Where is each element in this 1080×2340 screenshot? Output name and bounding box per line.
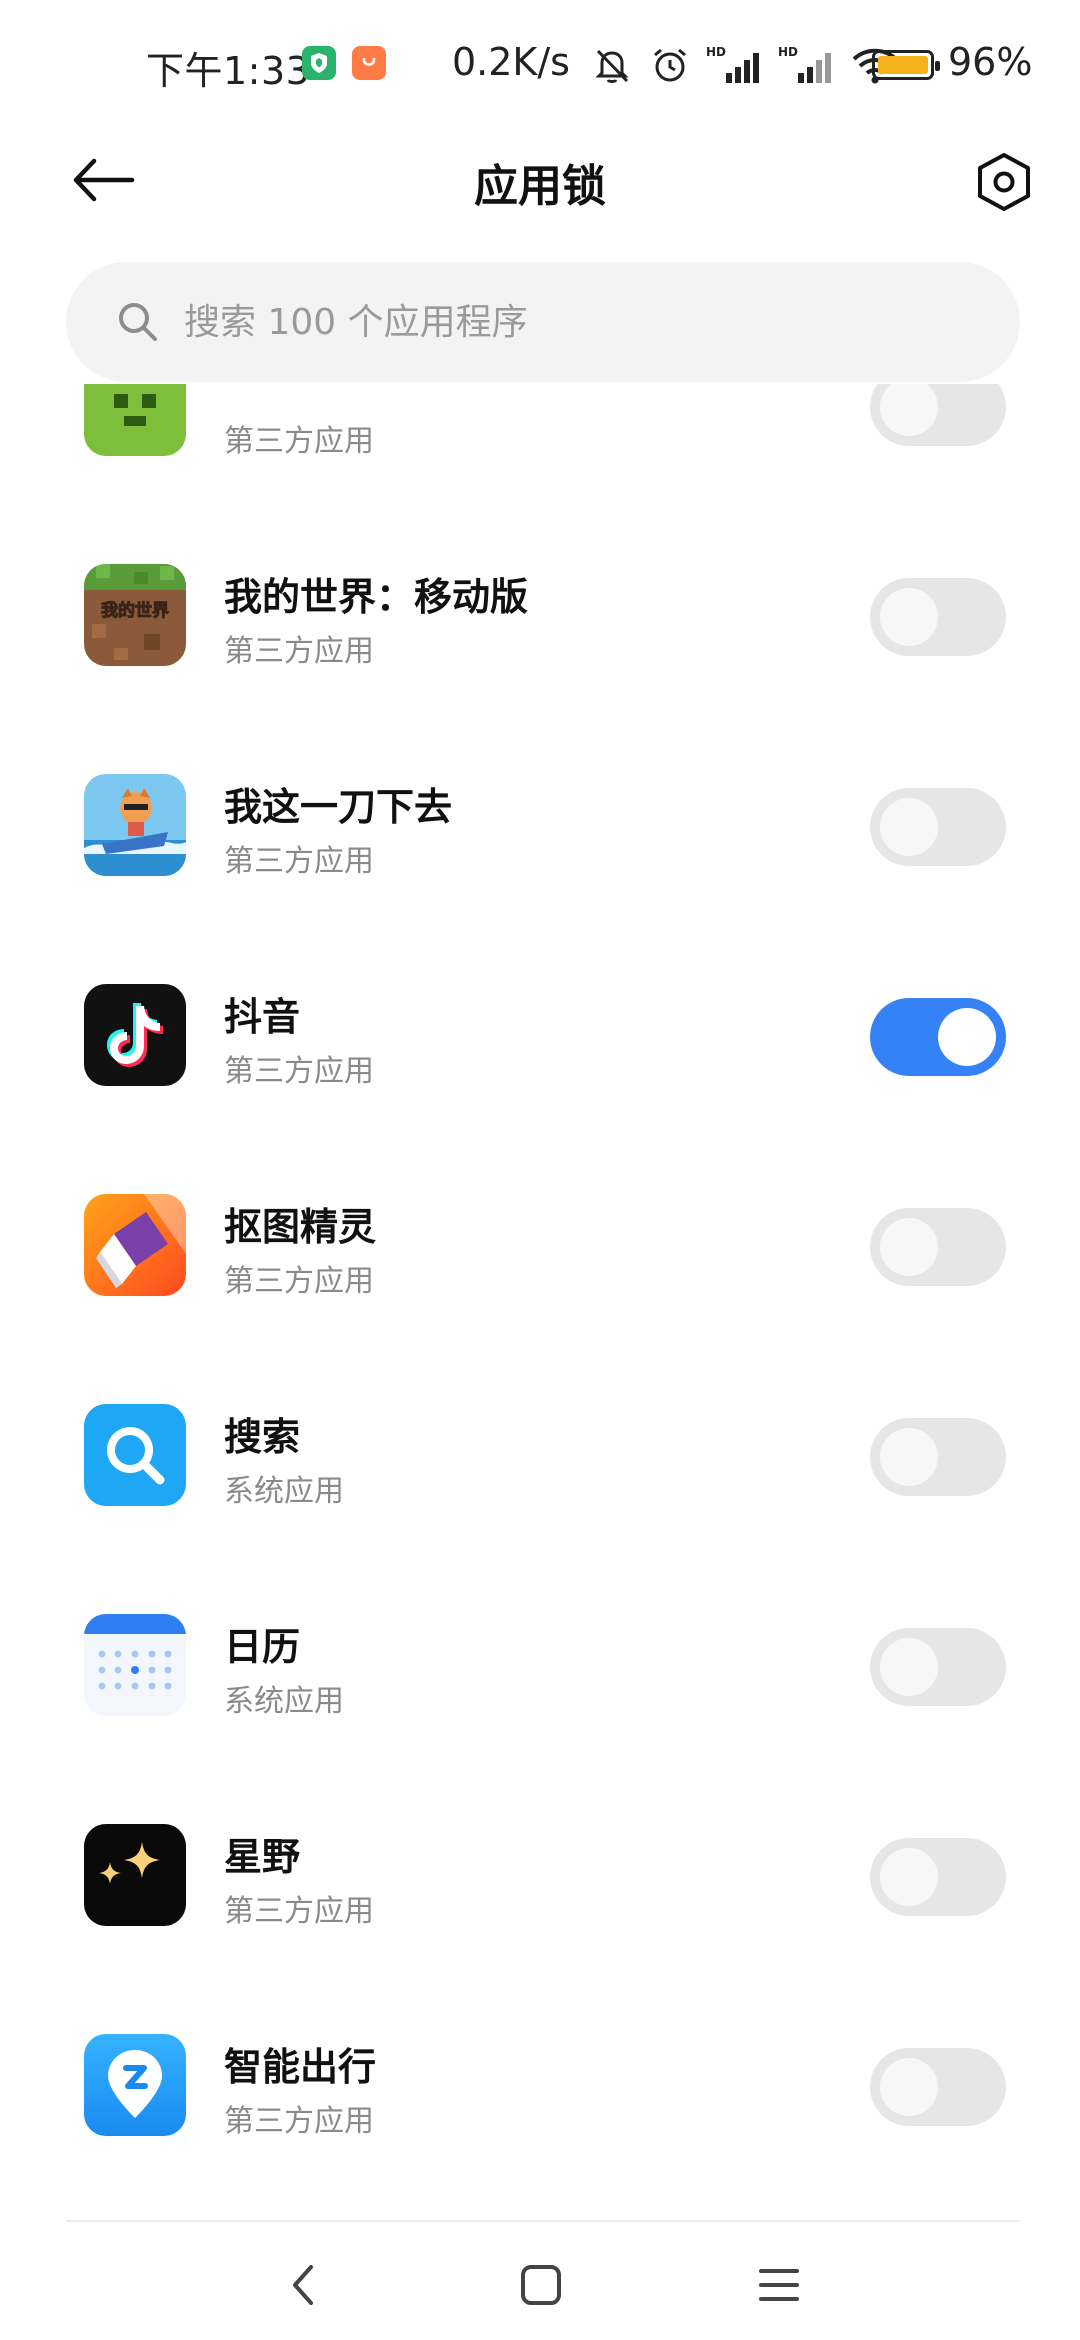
search-bar[interactable] bbox=[66, 262, 1020, 382]
status-bar: 下午1:33 0.2K/s HD HD 96% bbox=[0, 0, 1080, 120]
lock-toggle[interactable] bbox=[870, 578, 1006, 656]
game-character-icon bbox=[84, 774, 186, 876]
app-type: 第三方应用 bbox=[224, 844, 374, 879]
status-time: 下午1:33 bbox=[146, 49, 311, 93]
minecraft-icon: 我的世界 bbox=[84, 564, 186, 666]
page-title: 应用锁 bbox=[474, 161, 606, 212]
lock-toggle[interactable] bbox=[870, 1628, 1006, 1706]
douyin-icon bbox=[84, 984, 186, 1086]
list-item: 抠图精灵 第三方应用 bbox=[0, 1138, 1080, 1348]
list-item: 抖音 第三方应用 bbox=[0, 928, 1080, 1138]
battery-icon bbox=[872, 50, 940, 80]
calendar-icon bbox=[84, 1614, 186, 1716]
nav-back-button[interactable] bbox=[268, 2250, 338, 2320]
lock-toggle[interactable] bbox=[870, 2048, 1006, 2126]
app-type: 第三方应用 bbox=[224, 424, 374, 459]
net-speed: 0.2K/s bbox=[452, 40, 570, 84]
app-lock-screen: 下午1:33 0.2K/s HD HD 96% 应用锁 搜索 100 个应用程序… bbox=[0, 0, 1080, 2340]
app-type: 第三方应用 bbox=[224, 1894, 374, 1929]
home-square-icon bbox=[521, 2265, 561, 2305]
list-item: 我这一刀下去 第三方应用 bbox=[0, 718, 1080, 928]
app-type: 第三方应用 bbox=[224, 634, 374, 669]
app-type: 第三方应用 bbox=[224, 2104, 374, 2139]
settings-button[interactable] bbox=[966, 144, 1042, 220]
app-name: 我这一刀下去 bbox=[224, 785, 453, 829]
lock-toggle[interactable] bbox=[870, 998, 1006, 1076]
svg-text:HD: HD bbox=[706, 45, 726, 59]
list-item: 第三方应用 bbox=[0, 384, 1080, 508]
app-type: 第三方应用 bbox=[224, 1054, 374, 1089]
search-app-icon bbox=[84, 1404, 186, 1506]
list-item: 智能出行 第三方应用 bbox=[0, 1978, 1080, 2188]
battery-percent: 96% bbox=[948, 40, 1033, 84]
app-name: 抠图精灵 bbox=[224, 1205, 377, 1249]
hexagon-gear-icon bbox=[978, 153, 1030, 211]
orange-app-badge-icon bbox=[352, 46, 386, 80]
navigation-bar bbox=[0, 2222, 1080, 2340]
lock-toggle[interactable] bbox=[870, 788, 1006, 866]
back-chevron-icon bbox=[293, 2265, 313, 2305]
menu-lines-icon bbox=[759, 2269, 799, 2301]
app-type: 系统应用 bbox=[224, 1684, 344, 1719]
search-icon bbox=[119, 303, 157, 341]
list-item: 日历 系统应用 bbox=[0, 1558, 1080, 1768]
eraser-icon bbox=[84, 1194, 186, 1296]
app-name: 搜索 bbox=[224, 1415, 301, 1459]
search-input[interactable] bbox=[184, 262, 964, 382]
lock-toggle[interactable] bbox=[870, 1208, 1006, 1286]
app-name: 智能出行 bbox=[224, 2045, 377, 2089]
app-name: 抖音 bbox=[224, 995, 301, 1039]
app-type: 系统应用 bbox=[224, 1474, 344, 1509]
svg-text:HD: HD bbox=[778, 45, 798, 59]
nav-home-button[interactable] bbox=[506, 2250, 576, 2320]
map-pin-icon bbox=[84, 2034, 186, 2136]
alarm-icon bbox=[654, 48, 686, 82]
hd-signal-icon: HD bbox=[778, 45, 831, 83]
mute-bell-icon bbox=[595, 49, 629, 83]
lock-toggle[interactable] bbox=[870, 1418, 1006, 1496]
shield-badge-icon bbox=[302, 46, 336, 80]
stars-icon bbox=[84, 1824, 186, 1926]
nav-recents-button[interactable] bbox=[744, 2250, 814, 2320]
app-name: 我的世界：移动版 bbox=[224, 575, 529, 619]
minecraft-icon-text: 我的世界 bbox=[101, 600, 169, 621]
list-item: 我的世界 我的世界：移动版 第三方应用 bbox=[0, 508, 1080, 718]
header: 应用锁 bbox=[0, 120, 1080, 240]
hd-signal-icon: HD bbox=[706, 45, 759, 83]
lock-toggle[interactable] bbox=[870, 1838, 1006, 1916]
app-name: 日历 bbox=[224, 1625, 301, 1669]
app-name: 星野 bbox=[224, 1835, 301, 1879]
list-item: 星野 第三方应用 bbox=[0, 1768, 1080, 1978]
status-icons: HD HD bbox=[590, 40, 900, 90]
lock-toggle[interactable] bbox=[870, 384, 1006, 446]
app-type: 第三方应用 bbox=[224, 1264, 374, 1299]
list-item: 搜索 系统应用 bbox=[0, 1348, 1080, 1558]
app-list[interactable]: 第三方应用 我的世界 我的世界：移动版 第三方应用 我这一刀下去 第三方应用 抖… bbox=[0, 384, 1080, 2200]
green-block-icon bbox=[84, 384, 186, 456]
